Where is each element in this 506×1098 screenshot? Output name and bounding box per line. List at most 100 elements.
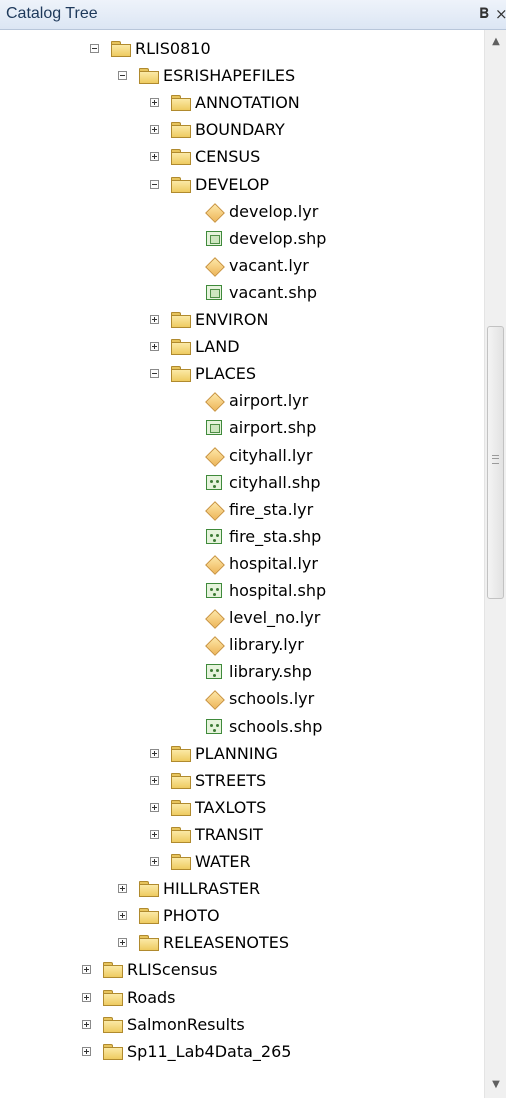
expand-icon[interactable]	[82, 1046, 91, 1056]
tree-item-fire-sta-lyr[interactable]: fire_sta.lyr	[0, 497, 484, 524]
tree-item-hospital-lyr[interactable]: hospital.lyr	[0, 551, 484, 578]
tree-item-airport-lyr[interactable]: airport.lyr	[0, 388, 484, 415]
tree-item-photo[interactable]: PHOTO	[0, 903, 484, 930]
collapse-icon[interactable]	[118, 71, 127, 81]
tree-item-label: DEVELOP	[195, 174, 270, 194]
vertical-scrollbar[interactable]: ▲ ▼	[484, 30, 506, 1098]
expand-icon[interactable]	[150, 315, 159, 324]
folder-icon	[171, 366, 191, 383]
tree-item-label: SalmonResults	[127, 1014, 245, 1034]
tree-item-salmonresults[interactable]: SalmonResults	[0, 1012, 484, 1039]
tree-item-level-no-lyr[interactable]: level_no.lyr	[0, 605, 484, 632]
tree-item-label: STREETS	[195, 770, 267, 790]
tree-item-cityhall-shp[interactable]: cityhall.shp	[0, 470, 484, 497]
point-shapefile-icon	[206, 664, 222, 680]
tree-item-label: PLACES	[195, 364, 257, 384]
expand-icon[interactable]	[118, 938, 127, 948]
expand-icon[interactable]	[82, 1019, 91, 1029]
tree-item-develop-lyr[interactable]: develop.lyr	[0, 199, 484, 226]
expand-icon[interactable]	[150, 802, 159, 812]
collapse-icon[interactable]	[150, 369, 159, 379]
tree-item-census[interactable]: CENSUS	[0, 144, 484, 171]
tree-item-library-lyr[interactable]: library.lyr	[0, 632, 484, 659]
tree-item-develop-shp[interactable]: develop.shp	[0, 226, 484, 253]
expand-icon[interactable]	[118, 911, 127, 921]
tree-item-label: CENSUS	[195, 147, 261, 167]
expand-icon[interactable]	[150, 152, 159, 162]
scroll-up-arrow[interactable]: ▲	[485, 32, 506, 52]
folder-icon	[171, 149, 191, 166]
expand-icon[interactable]	[150, 98, 159, 108]
scroll-down-arrow[interactable]: ▼	[485, 1074, 506, 1096]
expand-icon[interactable]	[82, 965, 91, 975]
tree-item-label: RELEASENOTES	[163, 933, 290, 953]
tree-item-label: BOUNDARY	[195, 120, 285, 140]
tree-item-label: HILLRASTER	[163, 879, 261, 899]
layer-file-icon	[205, 202, 225, 223]
tree-item-airport-shp[interactable]: airport.shp	[0, 415, 484, 442]
expand-icon[interactable]	[150, 748, 159, 758]
tree-item-develop[interactable]: DEVELOP	[0, 172, 484, 199]
layer-file-icon	[205, 256, 225, 277]
expand-icon[interactable]	[150, 857, 159, 866]
expand-icon[interactable]	[150, 775, 159, 785]
folder-icon	[171, 176, 191, 193]
catalog-tree-panel: Catalog Tree 𝚩 × RLIS0810 ESRISHAPEFILES A…	[0, 0, 506, 1098]
folder-icon	[171, 339, 191, 356]
tree-item-label: TAXLOTS	[195, 797, 267, 817]
tree-item-taxlots[interactable]: TAXLOTS	[0, 795, 484, 822]
expand-icon[interactable]	[118, 884, 127, 894]
tree-item-label: fire_sta.lyr	[229, 499, 314, 519]
tree-item-transit[interactable]: TRANSIT	[0, 822, 484, 849]
tree-item-vacant-lyr[interactable]: vacant.lyr	[0, 253, 484, 280]
folder-icon	[103, 1043, 123, 1060]
tree-item-roads[interactable]: Roads	[0, 985, 484, 1012]
tree-item-label: ENVIRON	[195, 310, 269, 329]
tree-item-water[interactable]: WATER	[0, 849, 484, 876]
tree-item-sp11-lab4data-265[interactable]: Sp11_Lab4Data_265	[0, 1039, 484, 1066]
panel-title: Catalog Tree	[6, 5, 98, 22]
tree-item-planning[interactable]: PLANNING	[0, 741, 484, 768]
folder-icon	[111, 41, 131, 57]
tree-item-hospital-shp[interactable]: hospital.shp	[0, 578, 484, 605]
expand-icon[interactable]	[150, 342, 159, 352]
expand-icon[interactable]	[150, 125, 159, 135]
tree-item-cityhall-lyr[interactable]: cityhall.lyr	[0, 443, 484, 470]
tree-item-rliscensus[interactable]: RLIScensus	[0, 957, 484, 984]
tree-item-label: RLIS0810	[135, 39, 211, 58]
tree-item-land[interactable]: LAND	[0, 334, 484, 361]
layer-file-icon	[205, 554, 225, 575]
tree-item-schools-lyr[interactable]: schools.lyr	[0, 686, 484, 713]
tree-item-streets[interactable]: STREETS	[0, 768, 484, 795]
expand-icon[interactable]	[150, 829, 159, 839]
tree-item-label: library.lyr	[229, 635, 304, 655]
layer-file-icon	[205, 500, 225, 521]
tree-item-hillraster[interactable]: HILLRASTER	[0, 876, 484, 903]
tree-item-places[interactable]: PLACES	[0, 361, 484, 388]
pin-icon[interactable]: 𝚩	[477, 4, 491, 24]
folder-icon	[171, 772, 191, 789]
tree-item-schools-shp[interactable]: schools.shp	[0, 714, 484, 741]
close-icon[interactable]: ×	[495, 4, 506, 24]
tree-item-boundary[interactable]: BOUNDARY	[0, 117, 484, 144]
tree-item-label: develop.lyr	[229, 201, 319, 221]
folder-icon	[171, 799, 191, 816]
folder-icon	[171, 854, 191, 870]
tree-item-annotation[interactable]: ANNOTATION	[0, 90, 484, 117]
expand-icon[interactable]	[82, 992, 91, 1002]
tree-item-label: develop.shp	[229, 228, 327, 248]
tree-item-label: WATER	[195, 852, 251, 871]
scroll-thumb[interactable]	[487, 326, 504, 599]
tree-item-library-shp[interactable]: library.shp	[0, 659, 484, 686]
tree-item-rlis0810[interactable]: RLIS0810	[0, 36, 484, 63]
tree-item-vacant-shp[interactable]: vacant.shp	[0, 280, 484, 307]
folder-icon	[171, 312, 191, 328]
collapse-icon[interactable]	[90, 44, 99, 53]
tree-item-environ[interactable]: ENVIRON	[0, 307, 484, 334]
collapse-icon[interactable]	[150, 179, 159, 189]
tree-item-esrishapefiles[interactable]: ESRISHAPEFILES	[0, 63, 484, 90]
tree-item-fire-sta-shp[interactable]: fire_sta.shp	[0, 524, 484, 551]
tree-item-releasenotes[interactable]: RELEASENOTES	[0, 930, 484, 957]
tree-item-label: ESRISHAPEFILES	[163, 66, 296, 86]
folder-icon	[103, 962, 123, 979]
